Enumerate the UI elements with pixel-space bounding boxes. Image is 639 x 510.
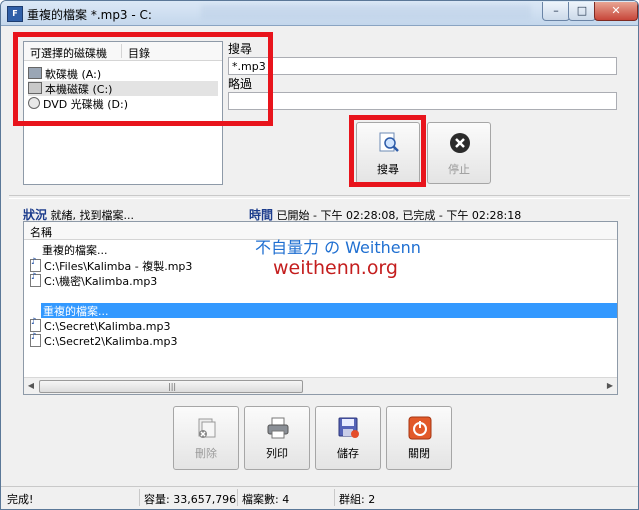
list-item-group-selected[interactable]: 重複的檔案...	[41, 303, 617, 318]
minimize-button[interactable]: –	[542, 2, 570, 21]
status-bar-capacity: 容量: 33,657,796	[144, 493, 237, 506]
save-button-label: 儲存	[337, 447, 359, 460]
column-name[interactable]: 名稱	[30, 224, 52, 240]
print-button-label: 列印	[266, 447, 288, 460]
list-item-file[interactable]: C:\機密\Kalimba.mp3	[30, 272, 157, 288]
scroll-right-icon[interactable]: ▶	[604, 380, 616, 392]
highlight-drive-search	[13, 32, 273, 126]
window-title: 重複的檔案 *.mp3 - C:	[27, 8, 152, 22]
status-bar-separator	[334, 489, 335, 506]
printer-icon	[267, 417, 289, 439]
power-icon	[408, 416, 432, 440]
status-bar-file-count: 檔案數: 4	[242, 493, 290, 506]
stop-button-label: 停止	[448, 163, 470, 176]
print-button[interactable]: 列印	[244, 406, 310, 470]
delete-button-label: 刪除	[195, 447, 217, 460]
section-divider	[9, 195, 630, 199]
time-label: 時間	[249, 208, 274, 222]
search-pattern-input[interactable]: *.mp3	[228, 57, 617, 75]
scrollbar-thumb[interactable]: |||	[39, 380, 303, 393]
close-button[interactable]: 關閉	[386, 406, 452, 470]
close-button-label: 關閉	[408, 447, 430, 460]
maximize-button[interactable]: □	[568, 2, 596, 21]
watermark-line2: weithenn.org	[273, 257, 398, 279]
delete-button[interactable]: 刪除	[173, 406, 239, 470]
app-window: F 重複的檔案 *.mp3 - C: – □ ✕ 可選擇的磁碟機 目錄 軟碟機 …	[0, 0, 639, 510]
stop-button[interactable]: 停止	[427, 122, 491, 184]
title-bar[interactable]: F 重複的檔案 *.mp3 - C: – □ ✕	[1, 1, 638, 26]
status-bar: 完成! 容量: 33,657,796 檔案數: 4 群組: 2	[1, 486, 638, 509]
list-item-file[interactable]: C:\Files\Kalimba - 複製.mp3	[30, 257, 192, 273]
horizontal-scrollbar[interactable]: ◀ ||| ▶	[24, 377, 617, 394]
save-button[interactable]: 儲存	[315, 406, 381, 470]
app-icon: F	[7, 6, 23, 22]
title-bar-blur	[201, 5, 531, 19]
highlight-search-button	[349, 115, 426, 187]
status-bar-separator	[139, 489, 140, 506]
audio-file-icon	[30, 332, 41, 347]
status-bar-state: 完成!	[7, 493, 34, 506]
list-item-group[interactable]: 重複的檔案...	[42, 242, 108, 257]
status-label: 狀況	[23, 208, 48, 222]
grip-icon: |||	[168, 382, 177, 391]
close-window-button[interactable]: ✕	[594, 2, 638, 21]
delete-icon	[198, 418, 216, 438]
audio-file-icon	[30, 317, 41, 332]
skip-pattern-input[interactable]	[228, 92, 617, 110]
status-bar-separator	[237, 489, 238, 506]
list-item-file[interactable]: C:\Secret\Kalimba.mp3	[30, 317, 170, 334]
scroll-left-icon[interactable]: ◀	[25, 380, 37, 392]
audio-file-icon	[30, 257, 41, 272]
stop-icon	[450, 133, 470, 153]
audio-file-icon	[30, 272, 41, 287]
status-bar-groups: 群組: 2	[339, 493, 376, 506]
list-item-file[interactable]: C:\Secret2\Kalimba.mp3	[30, 332, 177, 349]
save-icon	[338, 417, 359, 438]
watermark-line1: 不自量力 の Weithenn	[255, 238, 421, 257]
